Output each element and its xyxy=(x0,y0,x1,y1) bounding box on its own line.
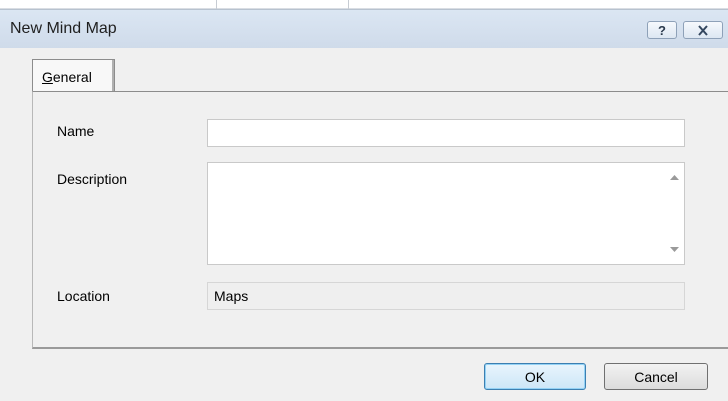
close-button[interactable] xyxy=(683,21,723,39)
cancel-button[interactable]: Cancel xyxy=(604,363,708,390)
close-icon xyxy=(697,24,709,36)
tab-general-mnemonic: G xyxy=(42,69,53,85)
name-input[interactable] xyxy=(207,119,685,147)
background-window-strip xyxy=(0,0,728,9)
location-label: Location xyxy=(57,288,110,304)
location-field: Maps xyxy=(207,282,685,310)
ok-button-label: OK xyxy=(524,368,546,385)
cancel-button-label: Cancel xyxy=(634,368,678,385)
tab-general-label: General xyxy=(42,69,92,85)
location-value: Maps xyxy=(214,288,249,304)
dialog-titlebar[interactable]: New Mind Map ? xyxy=(0,10,728,48)
tab-general-label-rest: eneral xyxy=(52,69,92,85)
tab-general[interactable]: General xyxy=(32,59,115,92)
help-button[interactable]: ? xyxy=(647,21,677,39)
background-divider xyxy=(348,0,349,9)
background-divider xyxy=(216,0,217,9)
scroll-down-icon[interactable] xyxy=(668,244,680,254)
ok-button[interactable]: OK xyxy=(484,363,586,390)
description-label: Description xyxy=(57,171,128,187)
scroll-up-icon[interactable] xyxy=(668,172,680,182)
name-label: Name xyxy=(57,123,95,139)
dialog-title: New Mind Map xyxy=(10,20,117,37)
description-textarea[interactable] xyxy=(207,162,685,265)
help-icon: ? xyxy=(658,22,666,38)
